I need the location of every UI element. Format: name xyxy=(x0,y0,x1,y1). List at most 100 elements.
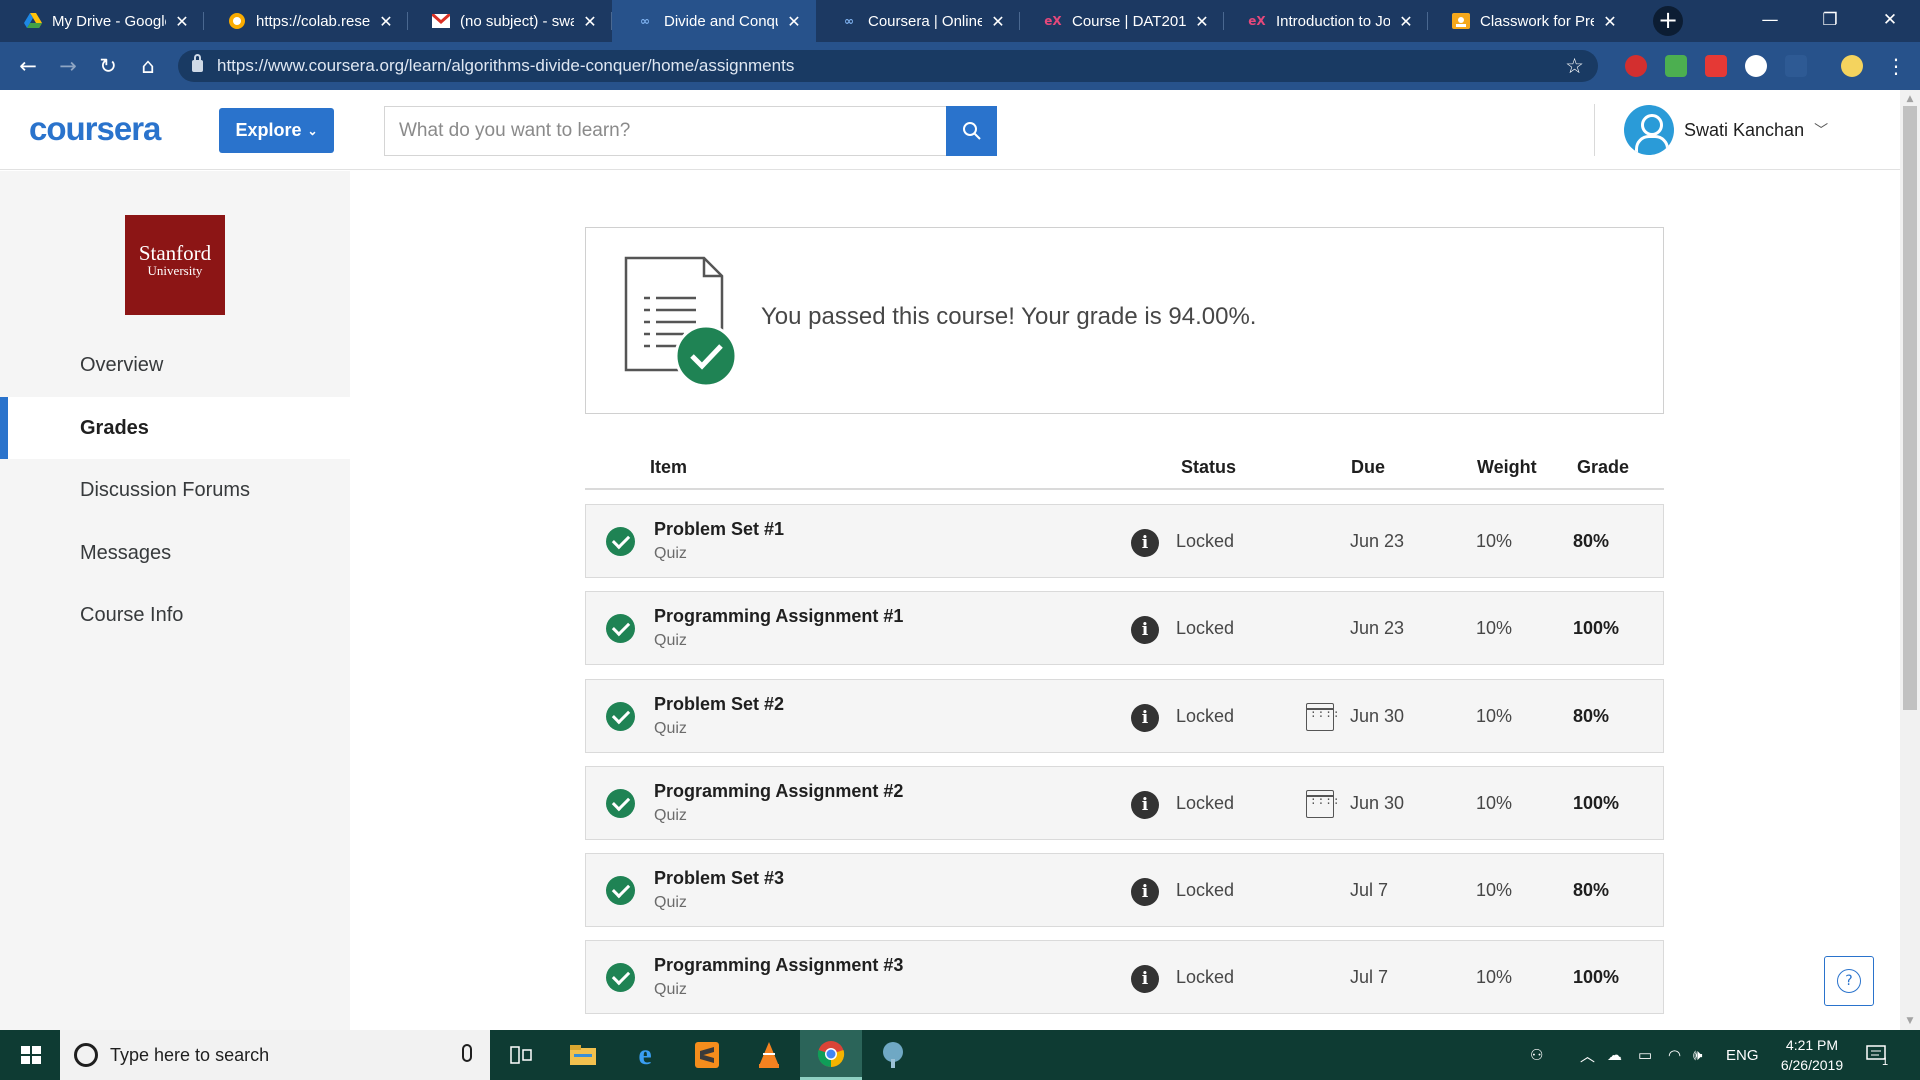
item-name[interactable]: Programming Assignment #2 xyxy=(654,781,903,802)
chrome-browser-icon[interactable] xyxy=(800,1030,862,1080)
close-window-button[interactable]: ✕ xyxy=(1860,0,1920,42)
sidebar-item-grades[interactable]: Grades xyxy=(0,397,350,459)
user-menu[interactable]: Swati Kanchan ﹀ xyxy=(1624,104,1828,156)
item-due: Jun 30 xyxy=(1350,793,1405,813)
table-row[interactable]: Programming Assignment #2 Quiz i Locked … xyxy=(585,766,1664,840)
item-name[interactable]: Programming Assignment #1 xyxy=(654,606,903,627)
notification-count-badge: 1 xyxy=(1882,1056,1889,1068)
browser-tab[interactable]: (no subject) - swat ✕ xyxy=(408,0,612,42)
close-icon[interactable]: ✕ xyxy=(1602,12,1618,31)
vlc-player-icon[interactable] xyxy=(738,1030,800,1080)
close-icon[interactable]: ✕ xyxy=(378,12,394,31)
close-icon[interactable]: ✕ xyxy=(990,12,1006,31)
start-button[interactable] xyxy=(0,1030,60,1080)
sublime-text-icon[interactable] xyxy=(676,1030,738,1080)
browser-tab[interactable]: https://colab.resea ✕ xyxy=(204,0,408,42)
windows-logo-icon xyxy=(21,1046,41,1064)
minimize-button[interactable]: — xyxy=(1740,0,1800,42)
lock-icon xyxy=(192,54,203,72)
restore-button[interactable]: ❐ xyxy=(1800,0,1860,42)
close-icon[interactable]: ✕ xyxy=(174,12,190,31)
info-icon[interactable]: i xyxy=(1131,704,1159,732)
chrome-menu-icon[interactable]: ⋮ xyxy=(1880,50,1912,82)
microphone-icon[interactable] xyxy=(462,1044,472,1062)
sidebar-item-overview[interactable]: Overview xyxy=(0,334,350,396)
file-explorer-icon[interactable] xyxy=(552,1030,614,1080)
explore-button[interactable]: Explore ⌄ xyxy=(219,108,334,153)
table-row[interactable]: Problem Set #1 Quiz i Locked Jun 23 10% … xyxy=(585,504,1664,578)
search-input[interactable] xyxy=(384,106,946,156)
reload-icon[interactable]: ↻ xyxy=(92,50,124,82)
browser-tab[interactable]: ∞ Coursera | Online ✕ xyxy=(816,0,1020,42)
browser-tab[interactable]: My Drive - Google ✕ xyxy=(0,0,204,42)
info-icon[interactable]: i xyxy=(1131,616,1159,644)
table-row[interactable]: Problem Set #2 Quiz i Locked Jun 30 10% … xyxy=(585,679,1664,753)
item-grade: 80% xyxy=(1573,706,1610,726)
scrollbar-thumb[interactable] xyxy=(1903,106,1917,710)
browser-tab[interactable]: eX Introduction to Jo ✕ xyxy=(1224,0,1428,42)
speed-extension-icon[interactable] xyxy=(1745,55,1767,77)
volume-icon[interactable]: 🕪 xyxy=(1693,1030,1702,1080)
scroll-down-arrow-icon[interactable]: ▼ xyxy=(1900,1014,1920,1028)
info-icon[interactable]: i xyxy=(1131,529,1159,557)
address-bar[interactable]: https://www.coursera.org/learn/algorithm… xyxy=(178,50,1598,82)
item-status: Locked xyxy=(1176,531,1235,551)
people-icon[interactable]: ⚇ xyxy=(1530,1030,1543,1080)
browser-tab-active[interactable]: ∞ Divide and Conque ✕ xyxy=(612,0,816,42)
close-icon[interactable]: ✕ xyxy=(582,12,598,31)
item-type: Quiz xyxy=(654,545,687,562)
wifi-icon[interactable]: ◠ xyxy=(1668,1030,1681,1080)
close-icon[interactable]: ✕ xyxy=(1194,12,1210,31)
check-circle-icon xyxy=(606,789,635,818)
onedrive-cloud-icon[interactable]: ☁ xyxy=(1607,1030,1622,1080)
extension-icon[interactable] xyxy=(1665,55,1687,77)
item-type: Quiz xyxy=(654,720,687,737)
table-row[interactable]: Programming Assignment #1 Quiz i Locked … xyxy=(585,591,1664,665)
edge-browser-icon[interactable]: e xyxy=(614,1030,676,1080)
sidebar-item-messages[interactable]: Messages xyxy=(0,522,350,584)
show-hidden-icons-chevron[interactable]: ︿ xyxy=(1580,1030,1595,1080)
new-tab-button[interactable]: + xyxy=(1653,6,1683,36)
info-icon[interactable]: i xyxy=(1131,965,1159,993)
item-due: Jul 7 xyxy=(1350,880,1389,900)
scroll-up-arrow-icon[interactable]: ▲ xyxy=(1900,92,1920,106)
system-clock[interactable]: 4:21 PM 6/26/2019 xyxy=(1772,1035,1852,1075)
taskbar-search-box[interactable]: Type here to search xyxy=(60,1030,490,1080)
stanford-logo[interactable]: Stanford University xyxy=(125,215,225,315)
browser-tab[interactable]: eX Course | DAT201x ✕ xyxy=(1020,0,1224,42)
app-tree-icon[interactable] xyxy=(862,1030,924,1080)
table-row[interactable]: Programming Assignment #3 Quiz i Locked … xyxy=(585,940,1664,1014)
adblock-extension-icon[interactable] xyxy=(1625,55,1647,77)
sidebar-item-discussion-forums[interactable]: Discussion Forums xyxy=(0,459,350,521)
forward-arrow-icon[interactable]: → xyxy=(52,50,84,82)
back-arrow-icon[interactable]: ← xyxy=(12,50,44,82)
info-icon[interactable]: i xyxy=(1131,878,1159,906)
item-name[interactable]: Programming Assignment #3 xyxy=(654,955,903,976)
home-icon[interactable]: ⌂ xyxy=(132,50,164,82)
item-name[interactable]: Problem Set #3 xyxy=(654,868,784,889)
item-name[interactable]: Problem Set #2 xyxy=(654,694,784,715)
search-button[interactable] xyxy=(946,106,997,156)
task-view-icon[interactable] xyxy=(490,1030,552,1080)
action-center-icon[interactable]: 1 xyxy=(1866,1030,1888,1080)
site-header: coursera Explore ⌄ Swati Kanchan ﹀ xyxy=(0,90,1900,170)
table-row[interactable]: Problem Set #3 Quiz i Locked Jul 7 10% 8… xyxy=(585,853,1664,927)
extension-icon[interactable] xyxy=(1785,55,1807,77)
bookmark-star-icon[interactable]: ☆ xyxy=(1565,54,1584,79)
help-button[interactable]: ? xyxy=(1824,956,1874,1006)
coursera-logo[interactable]: coursera xyxy=(29,110,161,148)
info-icon[interactable]: i xyxy=(1131,791,1159,819)
pocket-extension-icon[interactable] xyxy=(1705,55,1727,77)
sidebar-item-course-info[interactable]: Course Info xyxy=(0,584,350,646)
battery-icon[interactable]: ▭ xyxy=(1638,1030,1652,1080)
item-weight: 10% xyxy=(1476,967,1513,987)
item-name[interactable]: Problem Set #1 xyxy=(654,519,784,540)
browser-tab[interactable]: Classwork for Pre- ✕ xyxy=(1428,0,1632,42)
profile-avatar-icon[interactable] xyxy=(1841,55,1863,77)
cortana-icon xyxy=(74,1043,98,1067)
input-language-indicator[interactable]: ENG xyxy=(1726,1030,1759,1080)
close-icon[interactable]: ✕ xyxy=(1398,12,1414,31)
item-weight: 10% xyxy=(1476,706,1513,726)
edx-icon: eX xyxy=(1044,14,1062,28)
close-icon[interactable]: ✕ xyxy=(786,12,802,31)
